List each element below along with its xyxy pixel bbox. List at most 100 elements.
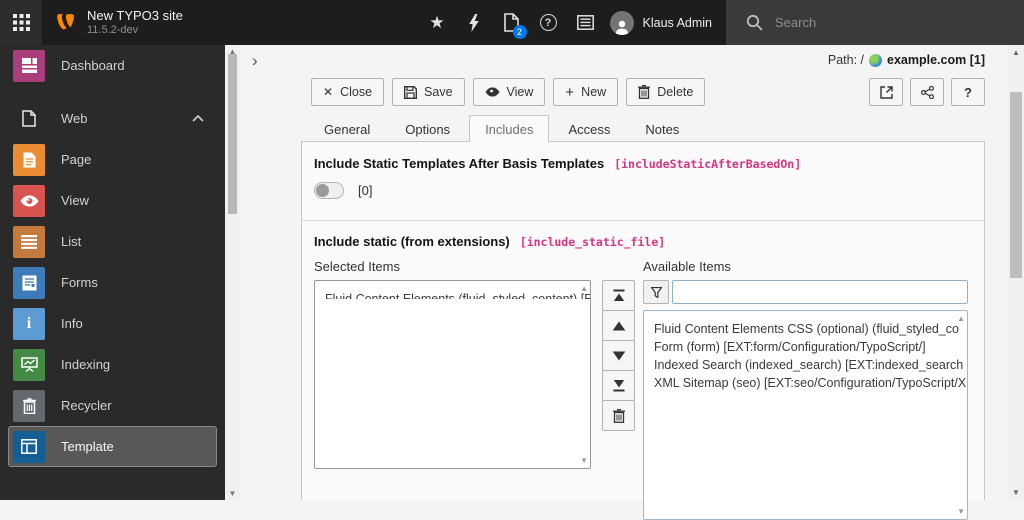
arrow-up-icon xyxy=(612,321,625,330)
bolt-icon xyxy=(468,13,480,32)
list-item[interactable]: Indexed Search (indexed_search) [EXT:ind… xyxy=(644,356,967,374)
new-button-label: New xyxy=(581,85,607,99)
sidebar-item-indexing[interactable]: Indexing xyxy=(8,344,217,385)
list-item[interactable]: XML Sitemap (seo) [EXT:seo/Configuration… xyxy=(644,374,967,392)
brand[interactable]: New TYPO3 site 11.5.2-dev xyxy=(42,8,183,38)
scroll-up-icon[interactable]: ▲ xyxy=(957,314,965,323)
section-static-after: Include Static Templates After Basis Tem… xyxy=(302,142,984,220)
trash-icon xyxy=(638,85,651,99)
tab-general[interactable]: General xyxy=(308,115,386,142)
sidebar-item-list[interactable]: List xyxy=(8,221,217,262)
trash-icon xyxy=(13,389,45,422)
systemlog-button[interactable] xyxy=(567,0,604,45)
view-button-label: View xyxy=(506,85,534,99)
sidebar-item-template[interactable]: Template xyxy=(8,426,217,467)
module-menu-button[interactable] xyxy=(0,0,42,45)
user-menu[interactable]: Klaus Admin xyxy=(604,10,726,35)
save-icon xyxy=(404,85,418,99)
remove-item-button[interactable] xyxy=(602,400,635,431)
tab-access[interactable]: Access xyxy=(552,115,626,142)
close-icon: ✕ xyxy=(323,85,334,99)
sidebar-item-view[interactable]: View xyxy=(8,180,217,221)
help-button[interactable]: ? xyxy=(530,0,567,45)
selected-items-list[interactable]: Fluid Content Elements (fluid_styled_con… xyxy=(314,280,591,469)
open-in-new-window-button[interactable] xyxy=(869,78,903,106)
scroll-down-icon[interactable]: ▼ xyxy=(957,507,965,516)
filter-icon xyxy=(650,286,662,298)
list-item[interactable]: Fluid Content Elements CSS (optional) (f… xyxy=(644,320,967,338)
sidebar-scrollbar-thumb[interactable] xyxy=(228,54,237,214)
field-code: [include_static_file] xyxy=(519,234,666,249)
star-icon: ★ xyxy=(429,12,445,32)
save-button[interactable]: Save xyxy=(392,78,465,106)
sidebar-item-page[interactable]: Page xyxy=(8,139,217,180)
scroll-down-icon[interactable]: ▼ xyxy=(580,456,588,465)
sidebar-item-label: Recycler xyxy=(61,398,112,413)
scroll-down-icon[interactable]: ▼ xyxy=(225,489,240,498)
close-button-label: Close xyxy=(340,85,373,99)
tab-includes[interactable]: Includes xyxy=(469,115,550,142)
docheader-help-button[interactable]: ? xyxy=(951,78,985,106)
web-icon xyxy=(13,103,45,135)
log-list-icon xyxy=(576,15,594,30)
move-bottom-icon xyxy=(613,380,624,392)
site-version: 11.5.2-dev xyxy=(87,23,139,36)
section-include-static: Include static (from extensions) [includ… xyxy=(302,221,984,520)
close-button[interactable]: ✕ Close xyxy=(311,78,385,106)
topbar-tools: ★ 2 ? Klaus Admin xyxy=(419,0,726,45)
content-scrollbar-thumb[interactable] xyxy=(1010,92,1022,278)
share-button[interactable] xyxy=(910,78,944,106)
move-top-icon xyxy=(613,289,624,301)
search-panel[interactable] xyxy=(726,0,1024,45)
tab-notes[interactable]: Notes xyxy=(629,115,695,142)
move-to-bottom-button[interactable] xyxy=(602,370,635,401)
share-icon xyxy=(920,85,934,99)
breadcrumb: Path: / example.com [1] xyxy=(828,53,985,67)
sidebar-item-label: Forms xyxy=(61,275,98,290)
sidebar-item-dashboard[interactable]: Dashboard xyxy=(8,45,217,86)
tab-options[interactable]: Options xyxy=(389,115,466,142)
new-button[interactable]: + New xyxy=(553,78,619,106)
move-up-button[interactable] xyxy=(602,310,635,341)
sidebar-item-info[interactable]: i Info xyxy=(8,303,217,344)
save-button-label: Save xyxy=(424,85,453,99)
list-item[interactable]: Fluid Content Elements (fluid_styled_con… xyxy=(315,281,590,299)
list-icon xyxy=(13,225,45,258)
opendocs-button[interactable]: 2 xyxy=(493,0,530,45)
forms-icon xyxy=(13,266,45,299)
list-item[interactable]: Form (form) [EXT:form/Configuration/Typo… xyxy=(644,338,967,356)
sidebar-scrollbar[interactable]: ▲ ▼ xyxy=(225,45,240,500)
content-area: › Path: / example.com [1] ✕ Close Save V… xyxy=(240,45,1008,520)
clear-cache-button[interactable] xyxy=(456,0,493,45)
sidebar-item-label: Template xyxy=(61,439,114,454)
view-button[interactable]: View xyxy=(472,78,546,106)
filter-button[interactable] xyxy=(643,280,669,304)
toggle-value: [0] xyxy=(358,183,373,198)
scroll-up-icon[interactable]: ▲ xyxy=(580,284,588,293)
toggle-switch[interactable] xyxy=(314,182,344,199)
sidebar-group-web[interactable]: Web xyxy=(8,98,217,139)
sidebar-group-label: Web xyxy=(61,111,88,126)
path-site[interactable]: example.com [1] xyxy=(887,53,985,67)
typo3-logo-icon xyxy=(54,11,77,34)
topbar: New TYPO3 site 11.5.2-dev ★ 2 ? Klaus Ad… xyxy=(0,0,1024,45)
sidebar-item-forms[interactable]: Forms xyxy=(8,262,217,303)
form-tabs: General Options Includes Access Notes xyxy=(301,115,698,142)
filter-input[interactable] xyxy=(672,280,968,304)
info-icon: i xyxy=(13,307,45,340)
content-scrollbar[interactable]: ▲ ▼ xyxy=(1008,45,1024,500)
scroll-up-icon[interactable]: ▲ xyxy=(1008,48,1024,57)
plus-icon: + xyxy=(565,83,575,101)
move-down-button[interactable] xyxy=(602,340,635,371)
sidebar-item-recycler[interactable]: Recycler xyxy=(8,385,217,426)
navigation-expand-icon[interactable]: › xyxy=(252,51,258,71)
avatar xyxy=(609,10,634,35)
scroll-down-icon[interactable]: ▼ xyxy=(1008,488,1024,497)
search-input[interactable] xyxy=(775,15,975,30)
bookmark-button[interactable]: ★ xyxy=(419,0,456,45)
arrow-down-icon xyxy=(612,351,625,360)
delete-button[interactable]: Delete xyxy=(626,78,706,106)
move-to-top-button[interactable] xyxy=(602,280,635,311)
search-icon xyxy=(746,14,763,31)
available-items-list[interactable]: Fluid Content Elements CSS (optional) (f… xyxy=(643,310,968,520)
